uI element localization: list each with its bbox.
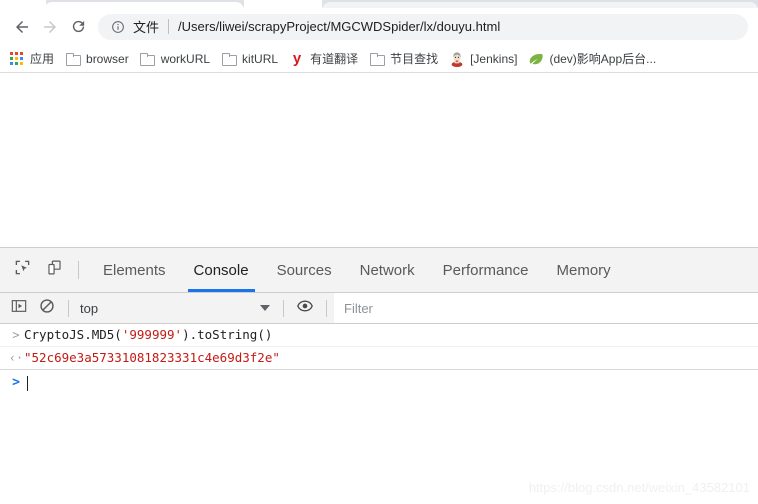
tab-label: Elements <box>103 261 166 279</box>
bookmark-dev-app-backend[interactable]: (dev)影响App后台... <box>524 48 663 69</box>
tab-label: Sources <box>276 261 332 279</box>
tab-memory[interactable]: Memory <box>543 248 625 292</box>
page-viewport <box>0 73 758 247</box>
folder-icon <box>221 51 237 67</box>
text-cursor <box>27 375 28 391</box>
bookmark-program-search[interactable]: 节目查找 <box>365 48 445 69</box>
bookmark-browser[interactable]: browser <box>61 49 136 69</box>
bookmark-label: 节目查找 <box>390 52 439 66</box>
tab-performance[interactable]: Performance <box>429 248 543 292</box>
bookmark-youdao[interactable]: y 有道翻译 <box>285 48 365 69</box>
tab-network[interactable]: Network <box>346 248 429 292</box>
expression-part: CryptoJS.MD5( <box>24 327 122 342</box>
bookmark-apps[interactable]: 应用 <box>5 48 61 69</box>
console-input-message[interactable]: > CryptoJS.MD5('999999').toString() <box>0 324 758 347</box>
bookmark-label: [Jenkins] <box>470 51 518 66</box>
inspect-element-icon <box>14 259 31 281</box>
tab-strip-left-cap <box>0 0 46 8</box>
browser-toolbar: 文件 /Users/liwei/scrapyProject/MGCWDSpide… <box>0 8 758 45</box>
apps-grid-icon <box>9 51 25 67</box>
jenkins-icon <box>449 51 465 67</box>
console-prompt-row[interactable]: > <box>0 370 758 396</box>
bookmarks-bar: 应用 browser workURL kitURL y 有道翻译 节目查找 [J… <box>0 45 758 73</box>
tab-console[interactable]: Console <box>180 248 263 292</box>
forward-arrow-icon <box>41 18 59 36</box>
console-sidebar-icon <box>11 298 27 319</box>
tab-sources[interactable]: Sources <box>263 248 346 292</box>
console-result-text: "52c69e3a57331081823331c4e69d3f2e" <box>24 350 280 365</box>
console-message-list[interactable]: > CryptoJS.MD5('999999').toString() ‹· "… <box>0 324 758 504</box>
console-filter-input[interactable] <box>334 293 758 323</box>
toggle-device-toolbar-button[interactable] <box>40 256 68 284</box>
expression-part: ).toString() <box>182 327 273 342</box>
tab-label: Network <box>359 261 415 279</box>
console-toolbar: top <box>0 293 758 324</box>
folder-icon <box>65 51 81 67</box>
bookmark-label: browser <box>86 51 129 66</box>
active-tab[interactable] <box>44 2 244 8</box>
address-bar-url: /Users/liwei/scrapyProject/MGCWDSpider/l… <box>178 19 501 34</box>
folder-icon <box>369 51 385 67</box>
tab-strip <box>0 0 758 8</box>
chevron-down-icon <box>260 305 270 311</box>
console-toolbar-separator <box>68 299 69 317</box>
tab-elements[interactable]: Elements <box>89 248 180 292</box>
reload-icon <box>70 18 87 35</box>
folder-icon <box>140 51 156 67</box>
back-arrow-icon <box>13 18 31 36</box>
input-marker-icon: > <box>12 328 20 342</box>
tab-strip-gap <box>244 0 322 8</box>
bookmark-kiturl[interactable]: kitURL <box>217 49 285 69</box>
bookmark-label: 有道翻译 <box>310 52 359 66</box>
devtools-panel: Elements Console Sources Network Perform… <box>0 247 758 504</box>
bookmark-label: workURL <box>160 51 211 66</box>
back-button[interactable] <box>8 13 36 41</box>
live-expression-button[interactable] <box>292 295 318 321</box>
prompt-caret-icon: > <box>12 375 20 390</box>
bookmark-jenkins[interactable]: [Jenkins] <box>445 49 524 69</box>
expression-string-literal: '999999' <box>121 327 183 342</box>
execution-context-selector[interactable]: top <box>76 295 276 321</box>
tab-label: Performance <box>442 261 529 279</box>
bookmark-label: 应用 <box>30 52 55 66</box>
inactive-tab[interactable] <box>322 2 758 8</box>
reload-button[interactable] <box>64 13 92 41</box>
security-scheme-label: 文件 <box>133 20 160 35</box>
clear-console-icon <box>39 298 55 319</box>
forward-button[interactable] <box>36 13 64 41</box>
bookmark-label: kitURL <box>242 51 279 66</box>
tab-label: Memory <box>556 261 611 279</box>
bookmark-label: (dev)影响App后台... <box>549 52 657 66</box>
execution-context-value: top <box>80 300 99 316</box>
address-bar[interactable]: 文件 /Users/liwei/scrapyProject/MGCWDSpide… <box>98 13 748 40</box>
youdao-icon: y <box>292 50 302 67</box>
device-toolbar-icon <box>46 259 63 281</box>
result-marker-icon: ‹· <box>8 351 24 365</box>
live-expression-eye-icon <box>296 297 314 320</box>
console-toolbar-separator-2 <box>283 299 284 317</box>
console-sidebar-button[interactable] <box>6 295 32 321</box>
bookmark-workurl[interactable]: workURL <box>136 49 217 69</box>
watermark-text: https://blog.csdn.net/weixin_43582101 <box>528 480 750 495</box>
clear-console-button[interactable] <box>34 295 60 321</box>
inspect-element-button[interactable] <box>8 256 36 284</box>
browser-window: 文件 /Users/liwei/scrapyProject/MGCWDSpide… <box>0 0 758 504</box>
console-input-text: CryptoJS.MD5('999999').toString() <box>24 327 750 343</box>
console-result-message[interactable]: ‹· "52c69e3a57331081823331c4e69d3f2e" <box>0 347 758 370</box>
devtools-tab-bar: Elements Console Sources Network Perform… <box>0 248 758 293</box>
info-circle-icon[interactable] <box>110 19 126 35</box>
console-toolbar-separator-3 <box>326 299 327 317</box>
devtools-toolbar-separator <box>78 261 79 279</box>
tab-label: Console <box>193 261 249 279</box>
omnibox-separator <box>168 19 170 34</box>
leaf-icon <box>528 51 544 67</box>
